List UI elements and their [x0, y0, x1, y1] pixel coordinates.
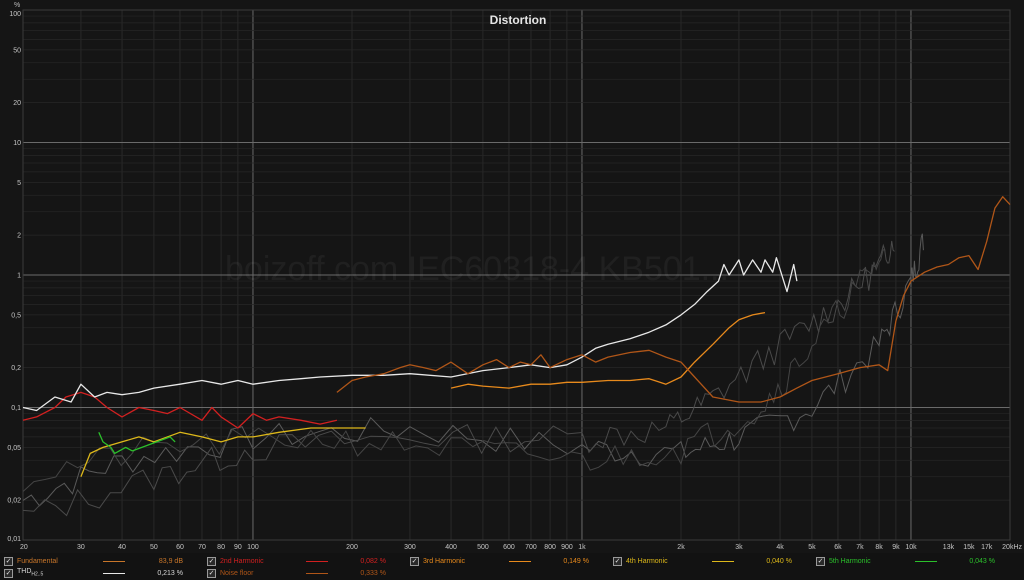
legend-swatch: [103, 572, 125, 574]
legend: ✓ Fundamental 83,9 dB ✓ 2nd Harmonic 0,082 % ✓…: [0, 553, 1024, 580]
legend-swatch: [712, 560, 734, 562]
x-tick-label: 60: [176, 544, 184, 551]
legend-swatch: [509, 560, 531, 562]
legend-label: THDH2..5: [17, 568, 44, 578]
legend-checkbox[interactable]: ✓: [613, 556, 622, 566]
legend-label: Noise floor: [220, 569, 254, 577]
legend-item-2nd-harmonic: ✓ 2nd Harmonic 0,082 %: [207, 555, 386, 567]
x-tick-label: 50: [150, 544, 158, 551]
y-tick-label: 20: [13, 100, 21, 107]
x-tick-label: 700: [525, 544, 537, 551]
legend-checkbox[interactable]: ✓: [4, 568, 13, 578]
y-tick-label: 10: [13, 140, 21, 147]
x-tick-label: 15k: [963, 544, 975, 551]
y-tick-label: 5: [17, 180, 21, 187]
y-tick-label: 0,05: [7, 445, 21, 452]
x-tick-label: 300: [404, 544, 416, 551]
legend-label: 4th Harmonic: [626, 557, 668, 565]
legend-item-3rd-harmonic: ✓ 3rd Harmonic 0,149 %: [410, 555, 589, 567]
y-tick-label: 1: [17, 273, 21, 280]
legend-value: 0,082 %: [360, 557, 386, 565]
legend-label: 5th Harmonic: [829, 557, 871, 565]
chart-title: Distortion: [490, 13, 547, 27]
x-tick-label: 40: [118, 544, 126, 551]
legend-value: 0,333 %: [360, 569, 386, 577]
legend-label: 2nd Harmonic: [220, 557, 264, 565]
y-tick-label: 0,5: [11, 312, 21, 319]
y-tick-label: 100: [9, 11, 21, 18]
legend-item-5th-harmonic: ✓ 5th Harmonic 0,043 %: [816, 555, 995, 567]
legend-value: 0,149 %: [563, 557, 589, 565]
x-tick-label: 4k: [776, 544, 784, 551]
legend-value: 0,213 %: [157, 569, 183, 577]
x-tick-label: 17k: [981, 544, 993, 551]
legend-item-4th-harmonic: ✓ 4th Harmonic 0,040 %: [613, 555, 792, 567]
x-tick-label: 3k: [735, 544, 743, 551]
legend-checkbox[interactable]: ✓: [207, 568, 216, 578]
legend-value: 83,9 dB: [158, 557, 183, 565]
x-tick-label: 500: [477, 544, 489, 551]
x-tick-label: 80: [217, 544, 225, 551]
legend-item-thd: ✓ THDH2..5 0,213 %: [4, 567, 183, 579]
y-axis-unit: %: [14, 2, 20, 9]
x-tick-label: 6k: [834, 544, 842, 551]
x-tick-label: 9k: [892, 544, 900, 551]
legend-item-fundamental: ✓ Fundamental 83,9 dB: [4, 555, 183, 567]
legend-value: 0,040 %: [766, 557, 792, 565]
x-tick-label: 100: [247, 544, 259, 551]
x-tick-label: 900: [561, 544, 573, 551]
x-tick-label: 20kHz: [1002, 544, 1022, 551]
x-tick-label: 600: [503, 544, 515, 551]
legend-swatch: [915, 560, 937, 562]
y-tick-label: 0,2: [11, 365, 21, 372]
legend-checkbox[interactable]: ✓: [410, 556, 419, 566]
y-tick-label: 0,02: [7, 498, 21, 505]
legend-checkbox[interactable]: ✓: [4, 556, 13, 566]
x-tick-label: 30: [77, 544, 85, 551]
legend-checkbox[interactable]: ✓: [207, 556, 216, 566]
x-tick-label: 800: [544, 544, 556, 551]
y-tick-label: 50: [13, 47, 21, 54]
x-tick-label: 20: [20, 544, 28, 551]
legend-swatch: [306, 572, 328, 574]
watermark: boizoff.com IEC60318-4 KB501...: [225, 250, 730, 288]
legend-swatch: [306, 560, 328, 562]
legend-checkbox[interactable]: ✓: [816, 556, 825, 566]
x-tick-label: 1k: [578, 544, 586, 551]
legend-label: Fundamental: [17, 557, 58, 565]
x-tick-label: 70: [198, 544, 206, 551]
x-tick-label: 13k: [943, 544, 955, 551]
y-tick-label: 2: [17, 233, 21, 240]
x-tick-label: 10k: [905, 544, 917, 551]
legend-label-subscript: H2..5: [31, 571, 44, 578]
x-tick-label: 2k: [677, 544, 685, 551]
x-tick-label: 7k: [856, 544, 864, 551]
legend-item-noise-floor: ✓ Noise floor 0,333 %: [207, 567, 386, 579]
x-tick-label: 8k: [875, 544, 883, 551]
x-tick-label: 400: [445, 544, 457, 551]
distortion-chart: 20 30 40 50 60 70 80 90 100 200 300 400 500 600 700 800…: [0, 0, 1024, 580]
x-tick-label: 90: [234, 544, 242, 551]
legend-swatch: [103, 560, 125, 562]
y-tick-label: 0,1: [11, 405, 21, 412]
legend-label: 3rd Harmonic: [423, 557, 466, 565]
x-tick-label: 200: [346, 544, 358, 551]
legend-value: 0,043 %: [969, 557, 995, 565]
x-tick-label: 5k: [808, 544, 816, 551]
y-tick-label: 0,01: [7, 536, 21, 543]
